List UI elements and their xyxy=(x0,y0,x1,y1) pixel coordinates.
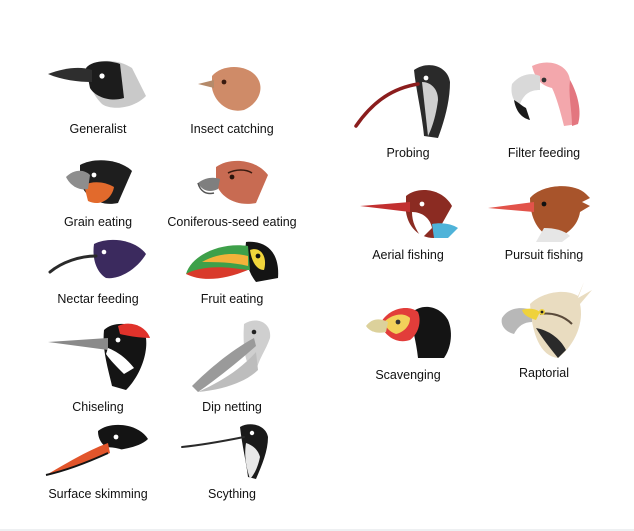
beak-raptor: Raptorial xyxy=(474,278,614,380)
beak-label-pursuit: Pursuit fishing xyxy=(504,248,584,262)
beak-label-aerial: Aerial fishing xyxy=(372,248,444,262)
beak-label-filter: Filter feeding xyxy=(507,146,581,160)
beak-conifer: Coniferous-seed eating xyxy=(162,153,302,229)
beak-label-raptor: Raptorial xyxy=(518,366,570,380)
flycatcher-head-icon xyxy=(198,67,261,111)
flamingo-head-icon xyxy=(511,62,580,126)
beak-label-conifer: Coniferous-seed eating xyxy=(167,215,297,229)
beak-aerial: Aerial fishing xyxy=(338,184,478,262)
ibis-head-icon xyxy=(354,65,450,138)
crossbill-head-icon xyxy=(197,160,268,204)
beak-generalist: Generalist xyxy=(28,52,168,136)
beak-scav: Scavenging xyxy=(338,296,478,382)
beak-filter: Filter feeding xyxy=(474,60,614,160)
beak-label-grain: Grain eating xyxy=(63,215,133,229)
beak-dipnet: Dip netting xyxy=(162,316,302,414)
toucan-head-icon xyxy=(186,241,279,282)
beak-label-probe: Probing xyxy=(386,146,430,160)
beak-types-diagram: Generalist Insect catching Grain eating … xyxy=(0,0,634,531)
hummingbird-head-icon xyxy=(48,239,146,279)
finch-head-icon xyxy=(66,160,132,204)
beak-label-insect: Insect catching xyxy=(190,122,274,136)
beak-label-nectar: Nectar feeding xyxy=(57,292,139,306)
woodpecker-head-icon xyxy=(48,323,150,390)
crow-head-icon xyxy=(48,60,146,108)
beak-probe: Probing xyxy=(338,60,478,160)
pelican-head-icon xyxy=(192,320,271,392)
beak-nectar: Nectar feeding xyxy=(28,236,168,306)
beak-chisel: Chiseling xyxy=(28,316,168,414)
merganser-head-icon xyxy=(488,186,590,242)
beak-insect: Insect catching xyxy=(162,52,302,136)
beak-label-skim: Surface skimming xyxy=(48,487,148,501)
eagle-head-icon xyxy=(501,282,592,358)
beak-skim: Surface skimming xyxy=(28,421,168,501)
beak-scythe: Scything xyxy=(162,421,302,501)
skimmer-head-icon xyxy=(45,424,148,477)
beak-grain: Grain eating xyxy=(28,153,168,229)
beak-fruit: Fruit eating xyxy=(162,236,302,306)
beak-label-generalist: Generalist xyxy=(69,122,127,136)
beak-label-scav: Scavenging xyxy=(375,368,441,382)
kingfisher-head-icon xyxy=(360,190,458,238)
beak-pursuit: Pursuit fishing xyxy=(474,184,614,262)
avocet-head-icon xyxy=(181,424,268,479)
beak-label-chisel: Chiseling xyxy=(72,400,124,414)
beak-label-scythe: Scything xyxy=(208,487,256,501)
beak-label-dipnet: Dip netting xyxy=(202,400,262,414)
beak-label-fruit: Fruit eating xyxy=(200,292,264,306)
vulture-head-icon xyxy=(366,306,451,358)
